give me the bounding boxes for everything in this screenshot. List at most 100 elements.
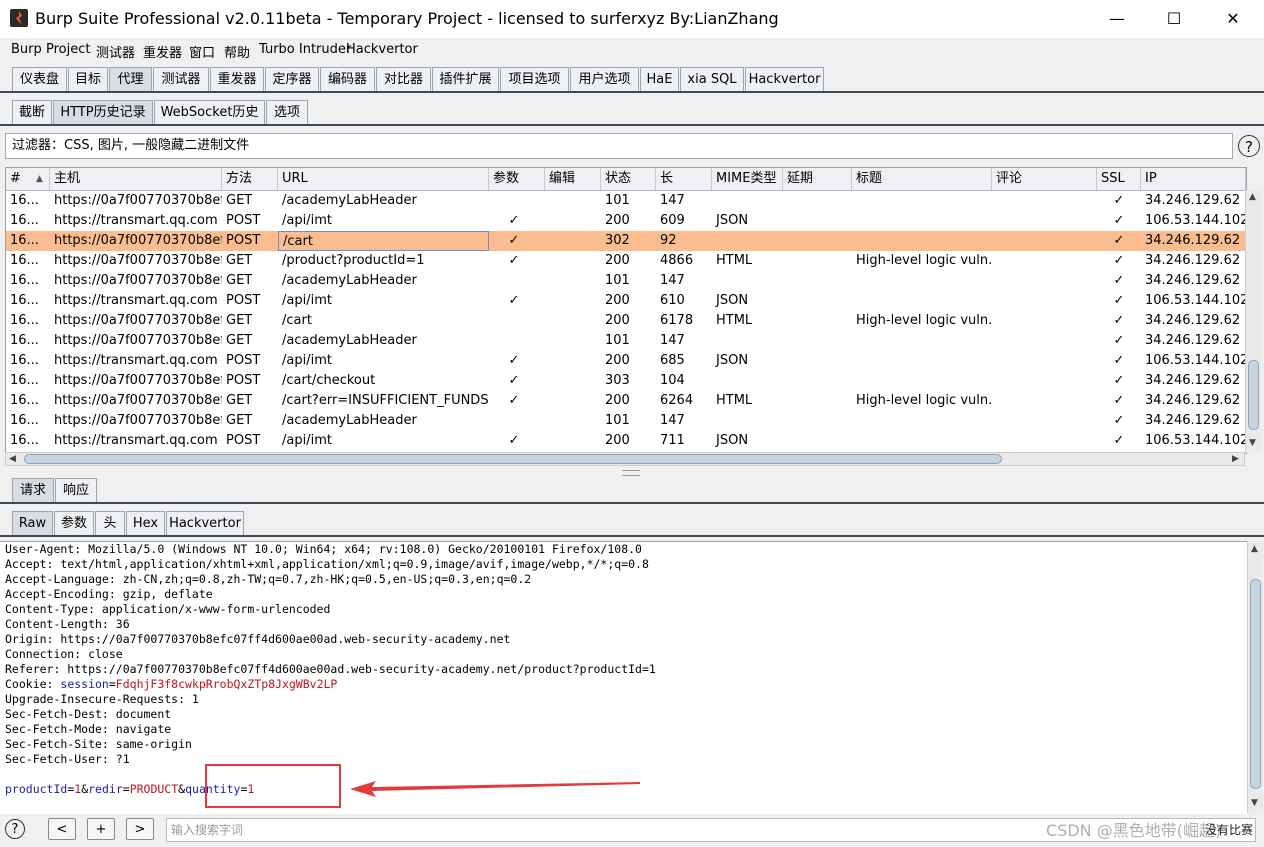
add-button[interactable]: + [87, 818, 115, 840]
tab-item-1[interactable]: 目标 [68, 67, 108, 91]
menu-item-3[interactable]: 重发器 [143, 42, 182, 61]
view-tab-hex[interactable]: Hex [126, 511, 165, 535]
cell-number: 16... [10, 273, 39, 288]
cell-status: 200 [605, 313, 630, 328]
table-row[interactable]: 16... https://transmart.qq.com POST/api/im… [6, 211, 1246, 231]
param-name-redir: redir [88, 782, 123, 796]
menu-hackvertor[interactable]: Hackvertor [346, 42, 418, 57]
table-row[interactable]: 16... https://0a7f00770370b8efc... POST/ca… [6, 371, 1246, 391]
maximize-button[interactable]: ☐ [1151, 6, 1197, 32]
tab-hae[interactable]: HaE [640, 67, 679, 91]
column-header-item-10[interactable]: 标题 [852, 168, 992, 190]
cell-mime: JSON [716, 293, 749, 308]
proxy-tab-item-3[interactable]: 选项 [266, 100, 308, 124]
scroll-up-icon[interactable]: ▲ [1251, 544, 1258, 554]
minimize-button[interactable]: — [1094, 6, 1140, 32]
request-vertical-scrollbar[interactable]: ▲ ▼ [1247, 541, 1263, 813]
column-header-item-4[interactable]: 参数 [489, 168, 545, 190]
proxy-tab-http[interactable]: HTTP历史记录 [53, 100, 153, 124]
menu-project[interactable]: Project [46, 42, 90, 57]
scroll-down-icon[interactable]: ▼ [1249, 438, 1256, 448]
column-header-item-6[interactable]: 状态 [601, 168, 656, 190]
param-equals: = [122, 782, 130, 796]
tab-item-6[interactable]: 编码器 [320, 67, 375, 91]
tab-item-5[interactable]: 定序器 [265, 67, 319, 91]
hscroll-thumb[interactable] [24, 454, 1002, 464]
menu-item-2[interactable]: 测试器 [96, 42, 135, 61]
table-row[interactable]: 16... https://0a7f00770370b8efc... GET/aca… [6, 411, 1246, 431]
scroll-up-icon[interactable]: ▲ [1249, 192, 1256, 202]
cell-title [852, 231, 992, 251]
scroll-right-icon[interactable]: ▶ [1232, 454, 1239, 464]
table-vertical-scrollbar[interactable]: ▲ ▼ [1245, 190, 1261, 452]
table-row[interactable]: 16... https://0a7f00770370b8efc... GET/aca… [6, 331, 1246, 351]
cell-number: 16... [10, 233, 39, 248]
request-cookie-line: Cookie: session=FdqhjF3f8cwkpRrobQxZTp8J… [5, 677, 337, 692]
menu-burp[interactable]: Burp [11, 42, 42, 57]
view-tab-item-1[interactable]: 参数 [54, 511, 94, 535]
column-header-item-7[interactable]: 长 [656, 168, 712, 190]
menu-turbo-intruder[interactable]: Turbo Intruder [259, 42, 351, 57]
tab-item-3[interactable]: 测试器 [153, 67, 209, 91]
table-row[interactable]: 16... https://transmart.qq.com POST/api/im… [6, 431, 1246, 451]
tab-hackvertor[interactable]: Hackvertor [745, 67, 824, 91]
cookie-prefix: Cookie: [5, 677, 61, 691]
table-row[interactable]: 16... https://0a7f00770370b8efc... GET/aca… [6, 271, 1246, 291]
view-tab-raw[interactable]: Raw [12, 511, 53, 535]
cell-number: 16... [10, 413, 39, 428]
column-header-mime[interactable]: MIME类型 [712, 168, 783, 190]
menu-item-5[interactable]: 帮助 [224, 42, 250, 61]
column-header-url[interactable]: URL [278, 168, 489, 190]
scroll-left-icon[interactable]: ◀ [9, 454, 16, 464]
table-row[interactable]: 16... https://0a7f00770370b8efc... GET/car… [6, 311, 1246, 331]
tab-item-0[interactable]: 仪表盘 [12, 67, 67, 91]
scroll-down-icon[interactable]: ▼ [1251, 798, 1258, 808]
title-bar: Burp Suite Professional v2.0.11beta - Te… [0, 0, 1264, 38]
sort-asc-icon[interactable]: ▲ [36, 168, 43, 190]
tab-item-7[interactable]: 对比器 [376, 67, 431, 91]
table-row[interactable]: 16... https://transmart.qq.com POST/api/im… [6, 351, 1246, 371]
cell-ip: 34.246.129.62 [1145, 193, 1241, 208]
table-row[interactable]: 16... https://transmart.qq.com POST/api/im… [6, 291, 1246, 311]
prev-match-button[interactable]: < [48, 818, 76, 840]
reqres-tab-item-1[interactable]: 响应 [55, 478, 97, 502]
proxy-tab-item-0[interactable]: 截断 [12, 100, 52, 124]
column-header-ssl[interactable]: SSL [1097, 168, 1141, 190]
menu-item-4[interactable]: 窗口 [189, 42, 215, 61]
reqres-tab-item-0[interactable]: 请求 [12, 478, 54, 502]
tab-item-9[interactable]: 项目选项 [500, 67, 569, 91]
cell-host: https://0a7f00770370b8efc... [54, 333, 222, 348]
scroll-thumb[interactable] [1250, 579, 1261, 789]
table-horizontal-scrollbar[interactable]: ◀ ▶ [5, 452, 1245, 466]
tab-item-10[interactable]: 用户选项 [570, 67, 639, 91]
column-header-item-5[interactable]: 编辑 [545, 168, 601, 190]
help-icon[interactable]: ? [5, 819, 25, 839]
tab-item-8[interactable]: 插件扩展 [432, 67, 499, 91]
table-row-selected[interactable]: 16... https://0a7f00770370b8efc... POST/ca… [6, 231, 1246, 251]
view-tab-hackvertor[interactable]: Hackvertor [166, 511, 244, 535]
tab-item-4[interactable]: 重发器 [210, 67, 264, 91]
table-row[interactable]: 16... https://0a7f00770370b8efc... GET/aca… [6, 191, 1246, 211]
tab-item-2[interactable]: 代理 [109, 67, 152, 91]
cell-length: 147 [660, 193, 685, 208]
column-header-item-11[interactable]: 评论 [992, 168, 1097, 190]
column-header-ip[interactable]: IP [1141, 168, 1246, 190]
table-row[interactable]: 16... https://0a7f00770370b8efc... GET/pro… [6, 251, 1246, 271]
next-match-button[interactable]: > [126, 818, 154, 840]
scroll-thumb[interactable] [1248, 360, 1259, 430]
column-header-item-1[interactable]: 主机 [50, 168, 222, 190]
column-header-item-0[interactable]: # [6, 168, 50, 190]
close-button[interactable]: ✕ [1210, 6, 1256, 32]
request-editor[interactable]: User-Agent: Mozilla/5.0 (Windows NT 10.0… [0, 541, 1247, 814]
request-header-line: Sec-Fetch-Dest: document [5, 707, 172, 721]
column-header-item-9[interactable]: 延期 [783, 168, 852, 190]
view-tab-item-2[interactable]: 头 [95, 511, 125, 535]
tab-xia-sql[interactable]: xia SQL [680, 67, 744, 91]
filter-bar[interactable]: 过滤器：CSS, 图片, 一般隐藏二进制文件 [5, 133, 1233, 159]
help-icon[interactable]: ? [1238, 135, 1260, 157]
table-row[interactable]: 16... https://0a7f00770370b8efc... GET/car… [6, 391, 1246, 411]
ssl-check-icon: ✓ [1113, 213, 1125, 228]
column-header-item-2[interactable]: 方法 [222, 168, 278, 190]
splitter-handle[interactable] [622, 470, 640, 476]
proxy-tab-websocket[interactable]: WebSocket历史 [154, 100, 265, 124]
